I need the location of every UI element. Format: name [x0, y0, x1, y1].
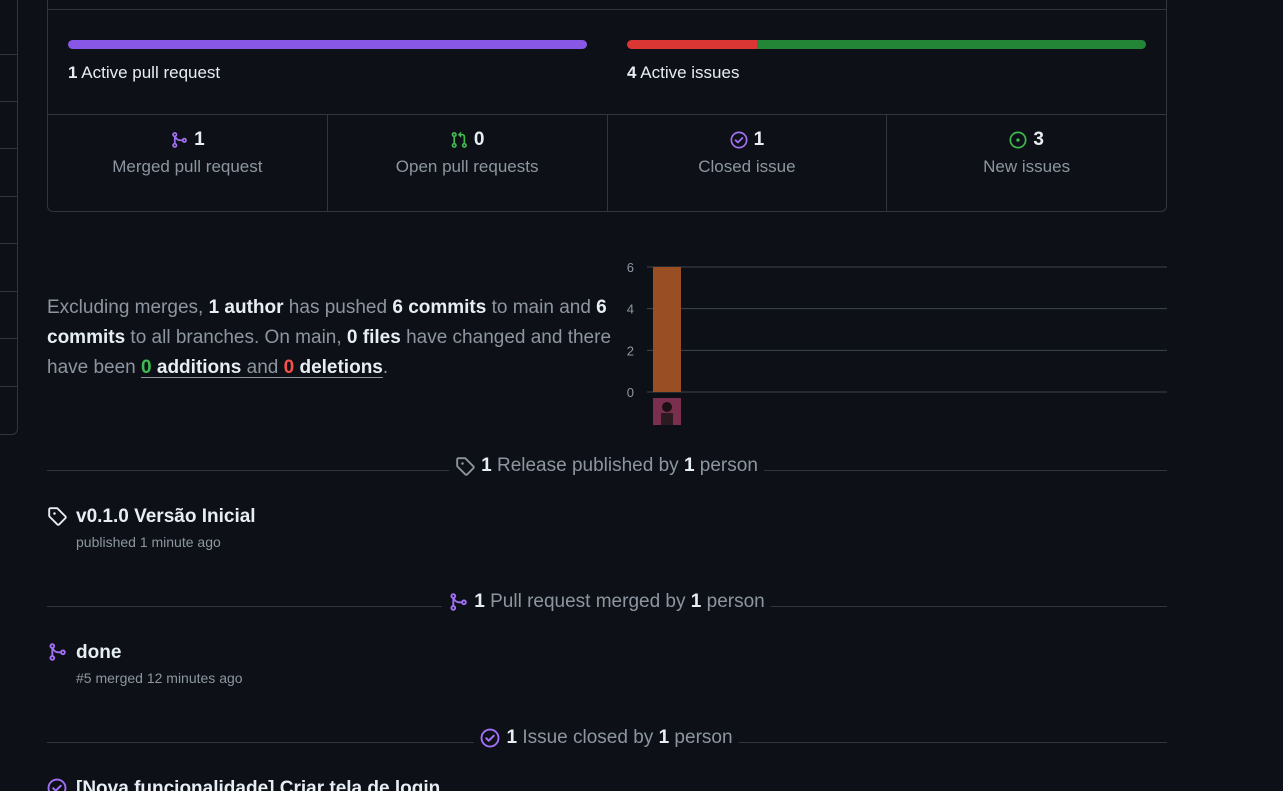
closed-issues-segment: [627, 40, 757, 49]
new-issue-label: New issues: [983, 157, 1071, 176]
sidebar-divider: [0, 338, 17, 339]
pull-request-merged-info: #5 merged 12 minutes ago: [76, 670, 243, 686]
sidebar-divider: [0, 291, 17, 292]
files-changed-count: 0 files: [346, 327, 401, 348]
closed-issue-count: 1: [753, 129, 765, 150]
commit-summary-text: Excluding merges, 1 author has pushed 6 …: [47, 297, 612, 378]
release-title-link[interactable]: v0.1.0 Versão Inicial: [76, 506, 256, 528]
issue-closed-icon: [481, 728, 500, 748]
merged-count: 1: [194, 129, 205, 150]
merged-pull-requests-stat[interactable]: 1 Merged pull request: [48, 115, 328, 211]
pull-requests-header: 1 Pull request merged by 1 person: [0, 591, 1213, 618]
issue-closed-icon: [730, 131, 748, 149]
tag-icon: [48, 507, 67, 526]
y-tick-label: 0: [627, 385, 634, 400]
commits-main-count: 6 commits: [392, 297, 487, 318]
commit-bar[interactable]: [653, 267, 681, 392]
stats-row: 1 Merged pull request 0 Open pull reques…: [48, 115, 1166, 211]
issues-progress-bar[interactable]: [627, 40, 1146, 49]
open-issues-segment: [756, 40, 1146, 49]
open-pr-count: 0: [473, 129, 485, 150]
closed-issue-label: Closed issue: [698, 157, 796, 176]
new-issues-stat[interactable]: 3 New issues: [887, 115, 1166, 211]
issue-title-link[interactable]: [Nova funcionalidade] Criar tela de logi…: [76, 778, 440, 791]
releases-header: 1 Release published by 1 person: [0, 455, 1213, 482]
git-merge-icon: [450, 593, 468, 611]
sidebar-divider: [0, 101, 17, 102]
pull-request-progress-bar[interactable]: [68, 40, 587, 49]
active-pull-request-label[interactable]: 1 Active pull request: [68, 63, 220, 83]
release-item: v0.1.0 Versão Inicial published 1 minute…: [47, 506, 747, 552]
authors-count: 1 author: [208, 297, 284, 318]
pulse-summary-box: 1 Active pull request 4 Active issues 1 …: [47, 0, 1167, 212]
pull-request-item: done #5 merged 12 minutes ago: [47, 642, 747, 688]
git-pull-request-icon: [451, 131, 467, 148]
new-issue-count: 3: [1033, 129, 1044, 150]
tag-icon: [456, 457, 475, 476]
sidebar-divider: [0, 243, 17, 244]
author-avatar[interactable]: [653, 398, 681, 425]
y-tick-label: 2: [627, 343, 634, 358]
y-tick-label: 6: [627, 260, 634, 275]
release-published-time: published 1 minute ago: [76, 534, 221, 550]
sidebar-divider: [0, 196, 17, 197]
active-issues-label[interactable]: 4 Active issues: [627, 63, 739, 83]
issues-header: 1 Issue closed by 1 person: [0, 727, 1213, 754]
issue-opened-icon: [1009, 131, 1027, 149]
sidebar-divider: [0, 148, 17, 149]
header-divider: [48, 0, 1166, 10]
open-pull-requests-stat[interactable]: 0 Open pull requests: [328, 115, 608, 211]
closed-issue-item: [Nova funcionalidade] Criar tela de logi…: [47, 778, 747, 791]
commits-by-author-chart: 0 2 4 6: [627, 260, 1167, 425]
git-merge-icon: [49, 643, 66, 661]
merged-label: Merged pull request: [112, 157, 263, 176]
y-tick-label: 4: [627, 302, 634, 317]
activity-bars: 1 Active pull request 4 Active issues: [48, 0, 1166, 115]
issue-closed-icon: [47, 778, 67, 791]
git-merge-icon: [172, 132, 187, 148]
sidebar-divider: [0, 54, 17, 55]
additions-deletions-link[interactable]: 0 additions and 0 deletions: [141, 357, 383, 378]
pull-request-title-link[interactable]: done: [76, 642, 121, 664]
sidebar-edge: [0, 0, 18, 435]
closed-issues-stat[interactable]: 1 Closed issue: [608, 115, 888, 211]
sidebar-divider: [0, 386, 17, 387]
open-pr-label: Open pull requests: [395, 157, 539, 176]
